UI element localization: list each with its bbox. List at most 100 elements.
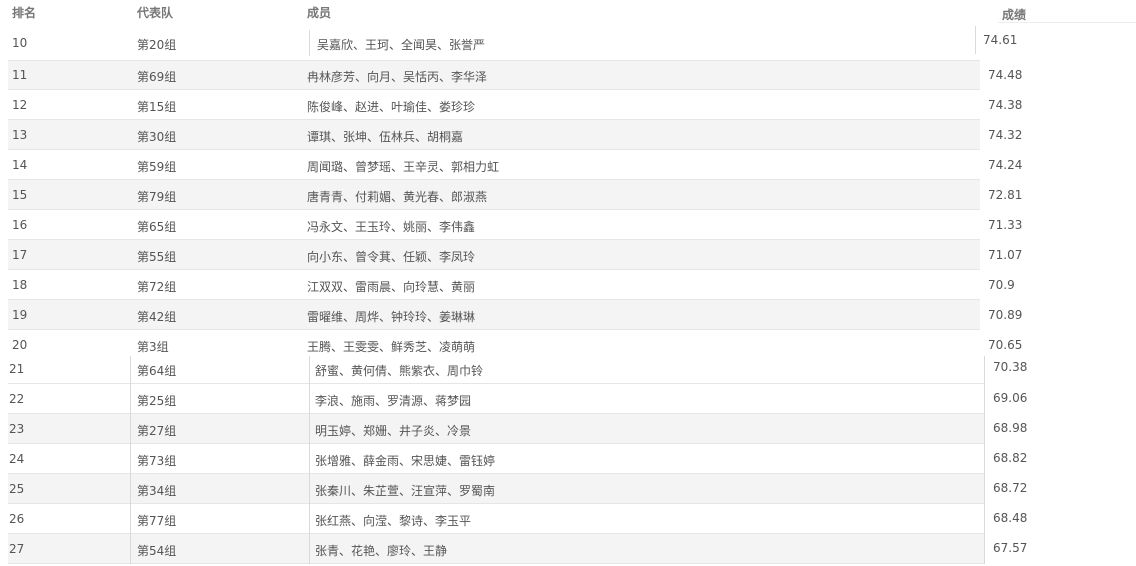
row-divider xyxy=(8,239,980,240)
column-divider xyxy=(309,30,310,56)
table-row: 25 第34组 张秦川、朱芷萱、汪宣萍、罗蜀南 xyxy=(8,474,984,503)
team-cell: 第42组 xyxy=(137,310,177,324)
score-cell: 71.07 xyxy=(988,248,1023,262)
rank-cell: 17 xyxy=(12,248,28,262)
rank-cell: 10 xyxy=(12,36,28,50)
members-cell: 吴嘉欣、王珂、全闻昊、张誉严 xyxy=(317,38,486,52)
score-cell: 70.38 xyxy=(993,360,1028,374)
table-row: 26 第77组 张红燕、向滢、黎诗、李玉平 xyxy=(8,504,984,533)
rank-cell: 12 xyxy=(12,98,28,112)
table-row: 27 第54组 张青、花艳、廖玲、王静 xyxy=(8,534,984,563)
rank-cell: 21 xyxy=(9,362,25,376)
table-row: 19 第42组 雷曜维、周烨、钟玲玲、姜琳琳 xyxy=(8,300,980,329)
table-row: 21 第64组 舒蜜、黄何倩、熊紫衣、周巾铃 xyxy=(8,356,984,384)
members-cell: 雷曜维、周烨、钟玲玲、姜琳琳 xyxy=(307,310,476,324)
members-cell: 张秦川、朱芷萱、汪宣萍、罗蜀南 xyxy=(315,484,496,498)
score-cell: 68.48 xyxy=(993,511,1028,525)
members-cell: 舒蜜、黄何倩、熊紫衣、周巾铃 xyxy=(315,364,484,378)
score-cell: 67.57 xyxy=(993,541,1028,555)
team-cell: 第79组 xyxy=(137,190,177,204)
row-divider xyxy=(8,89,980,90)
score-cell: 71.33 xyxy=(988,218,1023,232)
team-cell: 第3组 xyxy=(137,340,169,354)
table-row: 15 第79组 唐青青、付莉媚、黄光春、郎淑燕 xyxy=(8,180,980,209)
column-divider xyxy=(975,26,976,54)
table-row: 20 第3组 王腾、王雯雯、鲜秀芝、凌萌萌 xyxy=(8,330,980,359)
table-row: 12 第15组 陈俊峰、赵进、叶瑜佳、娄珍珍 xyxy=(8,90,980,119)
score-cell: 72.81 xyxy=(988,188,1023,202)
row-divider xyxy=(8,413,984,414)
team-cell: 第72组 xyxy=(137,280,177,294)
column-divider xyxy=(309,356,310,564)
table-header: 排名 代表队 成员 成绩 xyxy=(8,0,1136,26)
team-cell: 第20组 xyxy=(137,38,177,52)
team-cell: 第64组 xyxy=(137,364,177,378)
column-divider xyxy=(984,356,985,564)
row-divider xyxy=(8,209,980,210)
rank-cell: 15 xyxy=(12,188,28,202)
score-cell: 69.06 xyxy=(993,391,1028,405)
members-cell: 周闻璐、曾梦瑶、王辛灵、郭相力虹 xyxy=(307,160,500,174)
row-divider xyxy=(8,383,984,384)
members-cell: 向小东、曾令萁、任颖、李凤玲 xyxy=(307,250,476,264)
score-cell: 68.98 xyxy=(993,421,1028,435)
members-cell: 张增雅、薛金雨、宋思婕、雷钰婷 xyxy=(315,454,496,468)
row-divider xyxy=(8,269,980,270)
table-row: 24 第73组 张增雅、薛金雨、宋思婕、雷钰婷 xyxy=(8,444,984,473)
rank-cell: 24 xyxy=(9,452,25,466)
row-divider xyxy=(8,60,980,61)
score-cell: 68.72 xyxy=(993,481,1028,495)
members-cell: 李浪、施雨、罗清源、蒋梦园 xyxy=(315,394,472,408)
row-divider xyxy=(8,563,984,564)
team-cell: 第59组 xyxy=(137,160,177,174)
members-cell: 谭琪、张坤、伍林兵、胡桐嘉 xyxy=(307,130,464,144)
team-cell: 第25组 xyxy=(137,394,177,408)
header-score: 成绩 xyxy=(1002,8,1027,22)
table-row: 22 第25组 李浪、施雨、罗清源、蒋梦园 xyxy=(8,384,984,413)
column-divider xyxy=(130,356,131,564)
members-cell: 王腾、王雯雯、鲜秀芝、凌萌萌 xyxy=(307,340,476,354)
rank-cell: 18 xyxy=(12,278,28,292)
members-cell: 张青、花艳、廖玲、王静 xyxy=(315,544,448,558)
members-cell: 张红燕、向滢、黎诗、李玉平 xyxy=(315,514,472,528)
row-divider xyxy=(8,329,980,330)
score-cell: 74.48 xyxy=(988,68,1023,82)
table-row: 14 第59组 周闻璐、曾梦瑶、王辛灵、郭相力虹 xyxy=(8,150,980,179)
team-cell: 第54组 xyxy=(137,544,177,558)
members-cell: 冉林彦芳、向月、吴恬丙、李华泽 xyxy=(307,70,488,84)
header-rank: 排名 xyxy=(12,6,37,20)
team-cell: 第69组 xyxy=(137,70,177,84)
members-cell: 冯永文、王玉玲、姚丽、李伟鑫 xyxy=(307,220,476,234)
rank-cell: 27 xyxy=(9,542,25,556)
rank-cell: 20 xyxy=(12,338,28,352)
members-cell: 明玉婷、郑姗、井子炎、冷景 xyxy=(315,424,472,438)
rank-cell: 22 xyxy=(9,392,25,406)
score-cell: 74.32 xyxy=(988,128,1023,142)
table-row: 18 第72组 江双双、雷雨晨、向玲慧、黄丽 xyxy=(8,270,980,299)
team-cell: 第15组 xyxy=(137,100,177,114)
rank-cell: 19 xyxy=(12,308,28,322)
row-divider xyxy=(8,503,984,504)
row-divider xyxy=(8,299,980,300)
score-cell: 74.61 xyxy=(983,33,1018,47)
header-team: 代表队 xyxy=(137,6,174,20)
rank-cell: 13 xyxy=(12,128,28,142)
table-row: 17 第55组 向小东、曾令萁、任颖、李凤玲 xyxy=(8,240,980,269)
table-row: 16 第65组 冯永文、王玉玲、姚丽、李伟鑫 xyxy=(8,210,980,239)
members-cell: 唐青青、付莉媚、黄光春、郎淑燕 xyxy=(307,190,488,204)
score-cell: 70.65 xyxy=(988,338,1023,352)
row-divider xyxy=(8,179,980,180)
score-cell: 68.82 xyxy=(993,451,1028,465)
table-row: 10 第20组 吴嘉欣、王珂、全闻昊、张誉严 xyxy=(8,28,980,57)
rank-cell: 14 xyxy=(12,158,28,172)
team-cell: 第34组 xyxy=(137,484,177,498)
members-cell: 江双双、雷雨晨、向玲慧、黄丽 xyxy=(307,280,476,294)
rank-cell: 25 xyxy=(9,482,25,496)
team-cell: 第77组 xyxy=(137,514,177,528)
row-divider xyxy=(8,149,980,150)
table-row: 23 第27组 明玉婷、郑姗、井子炎、冷景 xyxy=(8,414,984,443)
row-divider xyxy=(8,443,984,444)
score-cell: 74.38 xyxy=(988,98,1023,112)
score-cell: 74.24 xyxy=(988,158,1023,172)
members-cell: 陈俊峰、赵进、叶瑜佳、娄珍珍 xyxy=(307,100,476,114)
